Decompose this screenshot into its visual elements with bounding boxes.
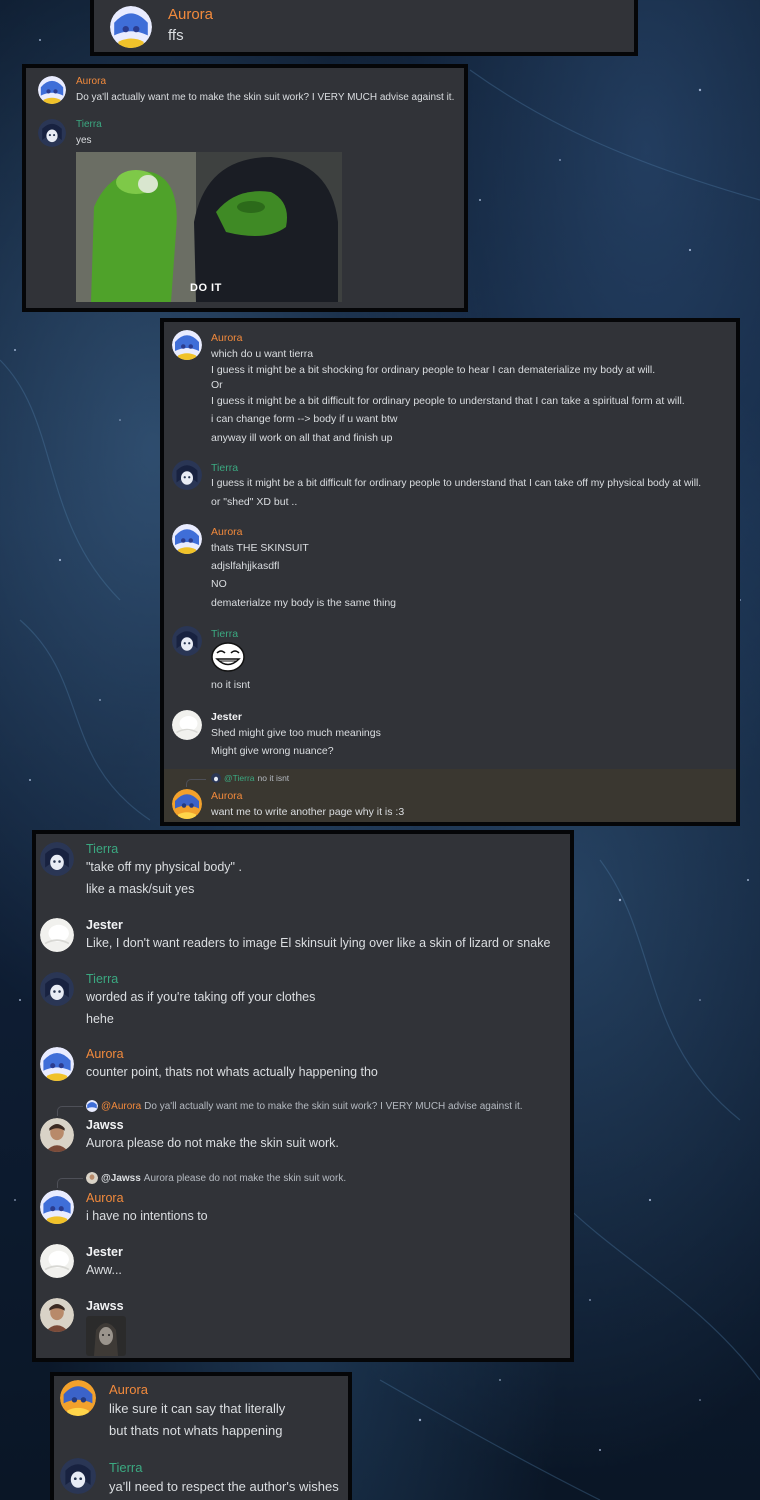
reply-connector — [57, 1178, 83, 1188]
tierra-avatar-icon[interactable] — [172, 626, 202, 656]
author-name[interactable]: Tierra — [86, 972, 118, 986]
tierra-avatar-icon[interactable] — [38, 119, 66, 147]
author-name[interactable]: Jawss — [86, 1118, 124, 1132]
tierra-mini-avatar-icon — [211, 773, 221, 783]
message-text: I guess it might be a bit difficult for … — [211, 478, 702, 489]
message-text: NO — [211, 578, 227, 590]
message-text: thats THE SKINSUIT — [211, 542, 309, 554]
reply-connector — [186, 779, 206, 787]
message-text: counter point, thats not whats actually … — [86, 1065, 378, 1079]
message-text: like a mask/suit yes — [86, 882, 195, 896]
aurora-avatar-icon[interactable] — [38, 76, 66, 104]
portrait-image-icon[interactable] — [86, 1316, 126, 1356]
jester-avatar-icon[interactable] — [40, 1244, 74, 1278]
chat-panel-4: Tierra "take off my physical body" . lik… — [32, 830, 574, 1362]
message-text: worded as if you're taking off your clot… — [86, 990, 316, 1004]
trollface-emoji-icon — [211, 642, 245, 672]
reply-text: no it isnt — [257, 773, 290, 783]
message-text: like sure it can say that literally — [109, 1401, 286, 1416]
author-name[interactable]: Tierra — [76, 119, 102, 130]
author-name[interactable]: Aurora — [211, 526, 243, 538]
tierra-avatar-icon[interactable] — [172, 460, 202, 490]
tierra-avatar-icon[interactable] — [40, 972, 74, 1006]
author-name[interactable]: Tierra — [109, 1460, 142, 1475]
reply-preview[interactable]: @Jawss Aurora please do not make the ski… — [86, 1172, 346, 1184]
author-name[interactable]: Aurora — [76, 76, 106, 87]
message-text: Or — [211, 379, 223, 391]
evil-kermit-meme-icon — [76, 152, 342, 302]
message-text: Do ya'll actually want me to make the sk… — [76, 92, 455, 103]
message-text: anyway ill work on all that and finish u… — [211, 432, 393, 444]
reply-text: Aurora please do not make the skin suit … — [143, 1172, 347, 1184]
message-text: but thats not whats happening — [109, 1423, 283, 1438]
message-text: I guess it might be a bit shocking for o… — [211, 364, 656, 376]
chat-panel-1: Aurora ffs — [90, 0, 638, 56]
message-text: want me to write another page why it is … — [211, 806, 405, 818]
message-text: i have no intentions to — [86, 1209, 208, 1223]
author-name[interactable]: Aurora — [109, 1382, 148, 1397]
message-text: "take off my physical body" . — [86, 860, 242, 874]
reply-mention[interactable]: @Tierra — [224, 773, 255, 783]
chat-panel-5: Aurora like sure it can say that literal… — [50, 1372, 352, 1500]
message-text: hehe — [86, 1012, 114, 1026]
message-text: Aurora please do not make the skin suit … — [86, 1136, 339, 1150]
aurora-avatar-icon[interactable] — [40, 1190, 74, 1224]
message-text: i can change form --> body if u want btw — [211, 413, 398, 425]
aurora-avatar-icon[interactable] — [172, 330, 202, 360]
reply-preview[interactable]: @Tierra no it isnt — [211, 773, 289, 783]
jester-avatar-icon[interactable] — [172, 710, 202, 740]
message-text: ya'll need to respect the author's wishe… — [109, 1479, 339, 1494]
attached-image[interactable]: DO IT — [76, 152, 342, 302]
message-text: ffs — [168, 27, 184, 44]
author-name[interactable]: Aurora — [211, 790, 243, 802]
message-text: yes — [76, 135, 92, 146]
reply-preview[interactable]: @Aurora Do ya'll actually want me to mak… — [86, 1100, 523, 1112]
message-text: Aww... — [86, 1263, 122, 1277]
chat-panel-2: Aurora Do ya'll actually want me to make… — [22, 64, 468, 312]
tierra-avatar-icon[interactable] — [60, 1458, 96, 1494]
meme-caption: DO IT — [190, 282, 222, 294]
tierra-avatar-icon[interactable] — [40, 842, 74, 876]
aurora-avatar-icon[interactable] — [172, 524, 202, 554]
author-name[interactable]: Jawss — [86, 1299, 124, 1313]
message-text: I guess it might be a bit difficult for … — [211, 395, 685, 407]
message-text: Shed might give too much meanings — [211, 727, 381, 739]
author-name[interactable]: Aurora — [211, 332, 243, 344]
author-name[interactable]: Tierra — [86, 842, 118, 856]
author-name[interactable]: Tierra — [211, 462, 238, 474]
reply-text: Do ya'll actually want me to make the sk… — [144, 1100, 523, 1112]
reply-mention[interactable]: @Jawss — [101, 1173, 141, 1184]
chat-panel-3: Aurora which do u want tierra I guess it… — [160, 318, 740, 826]
message-text: no it isnt — [211, 679, 251, 691]
aurora-mini-avatar-icon — [86, 1100, 98, 1112]
jester-avatar-icon[interactable] — [40, 918, 74, 952]
message-text: Might give wrong nuance? — [211, 745, 334, 757]
author-name[interactable]: Jester — [211, 711, 242, 723]
message-text: adjslfahjjkasdfl — [211, 560, 280, 572]
author-name[interactable]: Jester — [86, 1245, 123, 1259]
jawss-avatar-icon[interactable] — [40, 1298, 74, 1332]
author-name[interactable]: Jester — [86, 918, 123, 932]
aurora-avatar-icon[interactable] — [60, 1380, 96, 1416]
author-name[interactable]: Aurora — [86, 1047, 124, 1061]
author-name[interactable]: Tierra — [211, 628, 238, 640]
message-text: Like, I don't want readers to image El s… — [86, 936, 551, 950]
jawss-mini-avatar-icon — [86, 1172, 98, 1184]
author-name[interactable]: Aurora — [86, 1191, 124, 1205]
author-name[interactable]: Aurora — [168, 6, 213, 23]
aurora-avatar-icon[interactable] — [172, 789, 202, 819]
message-text: which do u want tierra — [211, 348, 314, 360]
aurora-avatar-icon[interactable] — [40, 1047, 74, 1081]
reply-mention[interactable]: @Aurora — [101, 1101, 141, 1112]
message-text: dematerialze my body is the same thing — [211, 597, 397, 609]
jawss-avatar-icon[interactable] — [40, 1118, 74, 1152]
message-text: or "shed" XD but .. — [211, 496, 298, 508]
reply-connector — [57, 1106, 83, 1116]
aurora-avatar-icon[interactable] — [110, 6, 152, 48]
